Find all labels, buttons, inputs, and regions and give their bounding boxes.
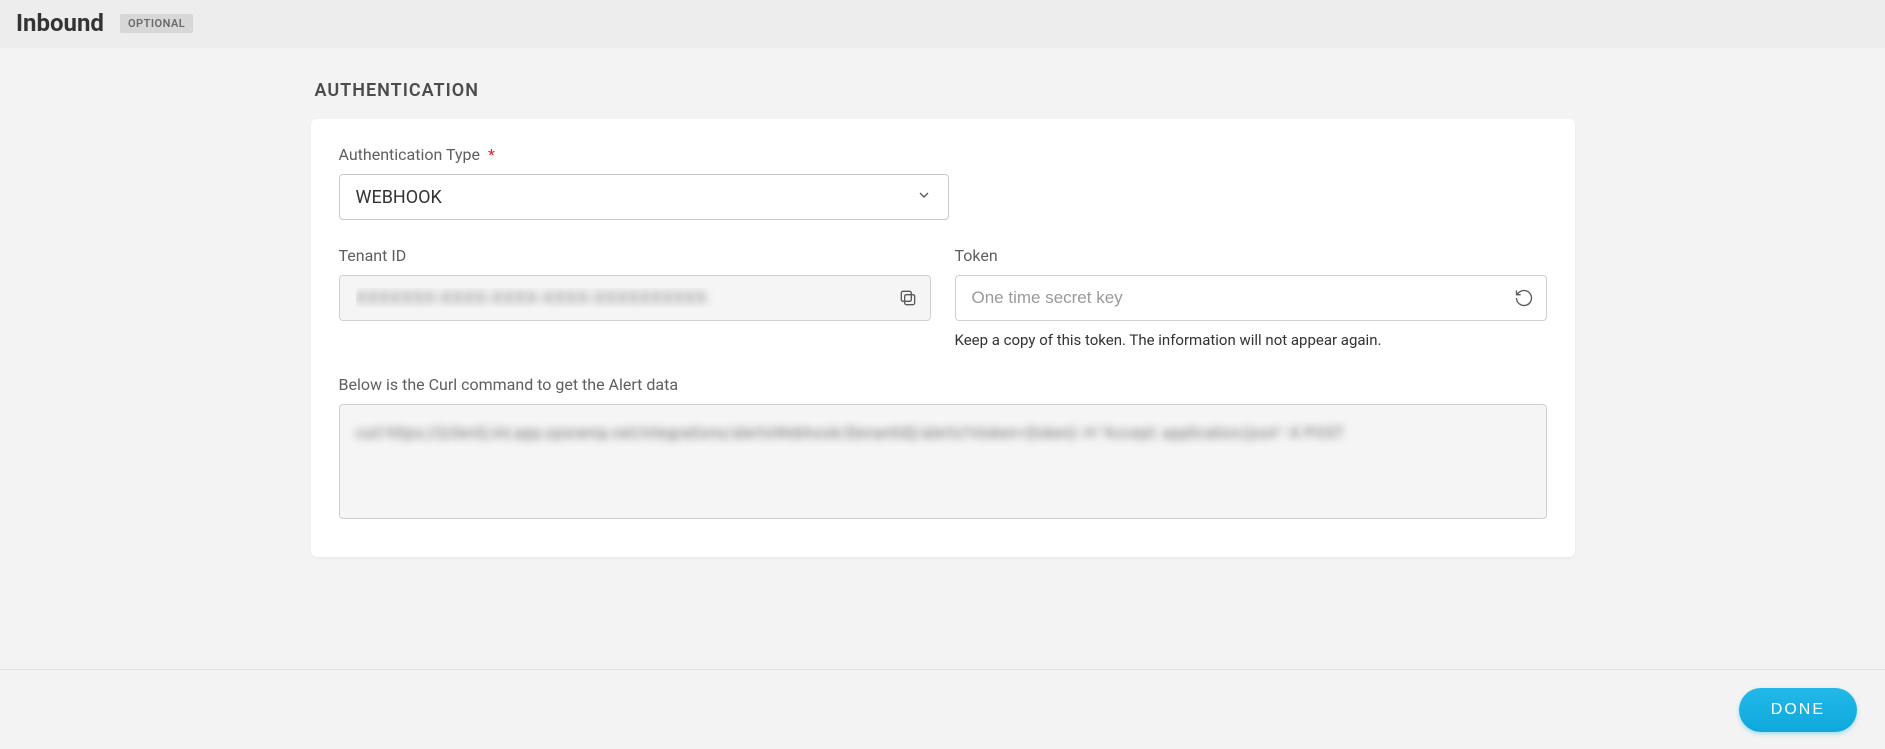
auth-type-value: WEBHOOK [356,187,442,208]
auth-section-title: AUTHENTICATION [315,80,1575,101]
auth-type-select[interactable]: WEBHOOK [339,174,949,220]
chevron-down-icon [916,187,932,208]
auth-type-label: Authentication Type * [339,145,1547,164]
token-help-text: Keep a copy of this token. The informati… [955,331,1547,349]
auth-type-label-text: Authentication Type [339,145,481,164]
optional-badge: OPTIONAL [120,14,193,33]
refresh-icon[interactable] [1513,287,1535,309]
curl-command[interactable] [339,404,1547,519]
done-button[interactable]: DONE [1739,688,1857,732]
page-header: Inbound OPTIONAL [0,0,1885,48]
tenant-id-input[interactable] [339,275,931,321]
tenant-id-label: Tenant ID [339,246,931,265]
copy-icon[interactable] [897,287,919,309]
curl-label: Below is the Curl command to get the Ale… [339,375,1547,394]
auth-card: Authentication Type * WEBHOOK Tenant ID [311,119,1575,557]
content-scroll[interactable]: AUTHENTICATION Authentication Type * WEB… [0,48,1885,669]
page-title: Inbound [16,9,104,37]
footer-bar: DONE [0,669,1885,749]
required-asterisk: * [488,145,495,164]
token-label: Token [955,246,1547,265]
token-input[interactable] [955,275,1547,321]
auth-section: AUTHENTICATION Authentication Type * WEB… [303,80,1583,557]
